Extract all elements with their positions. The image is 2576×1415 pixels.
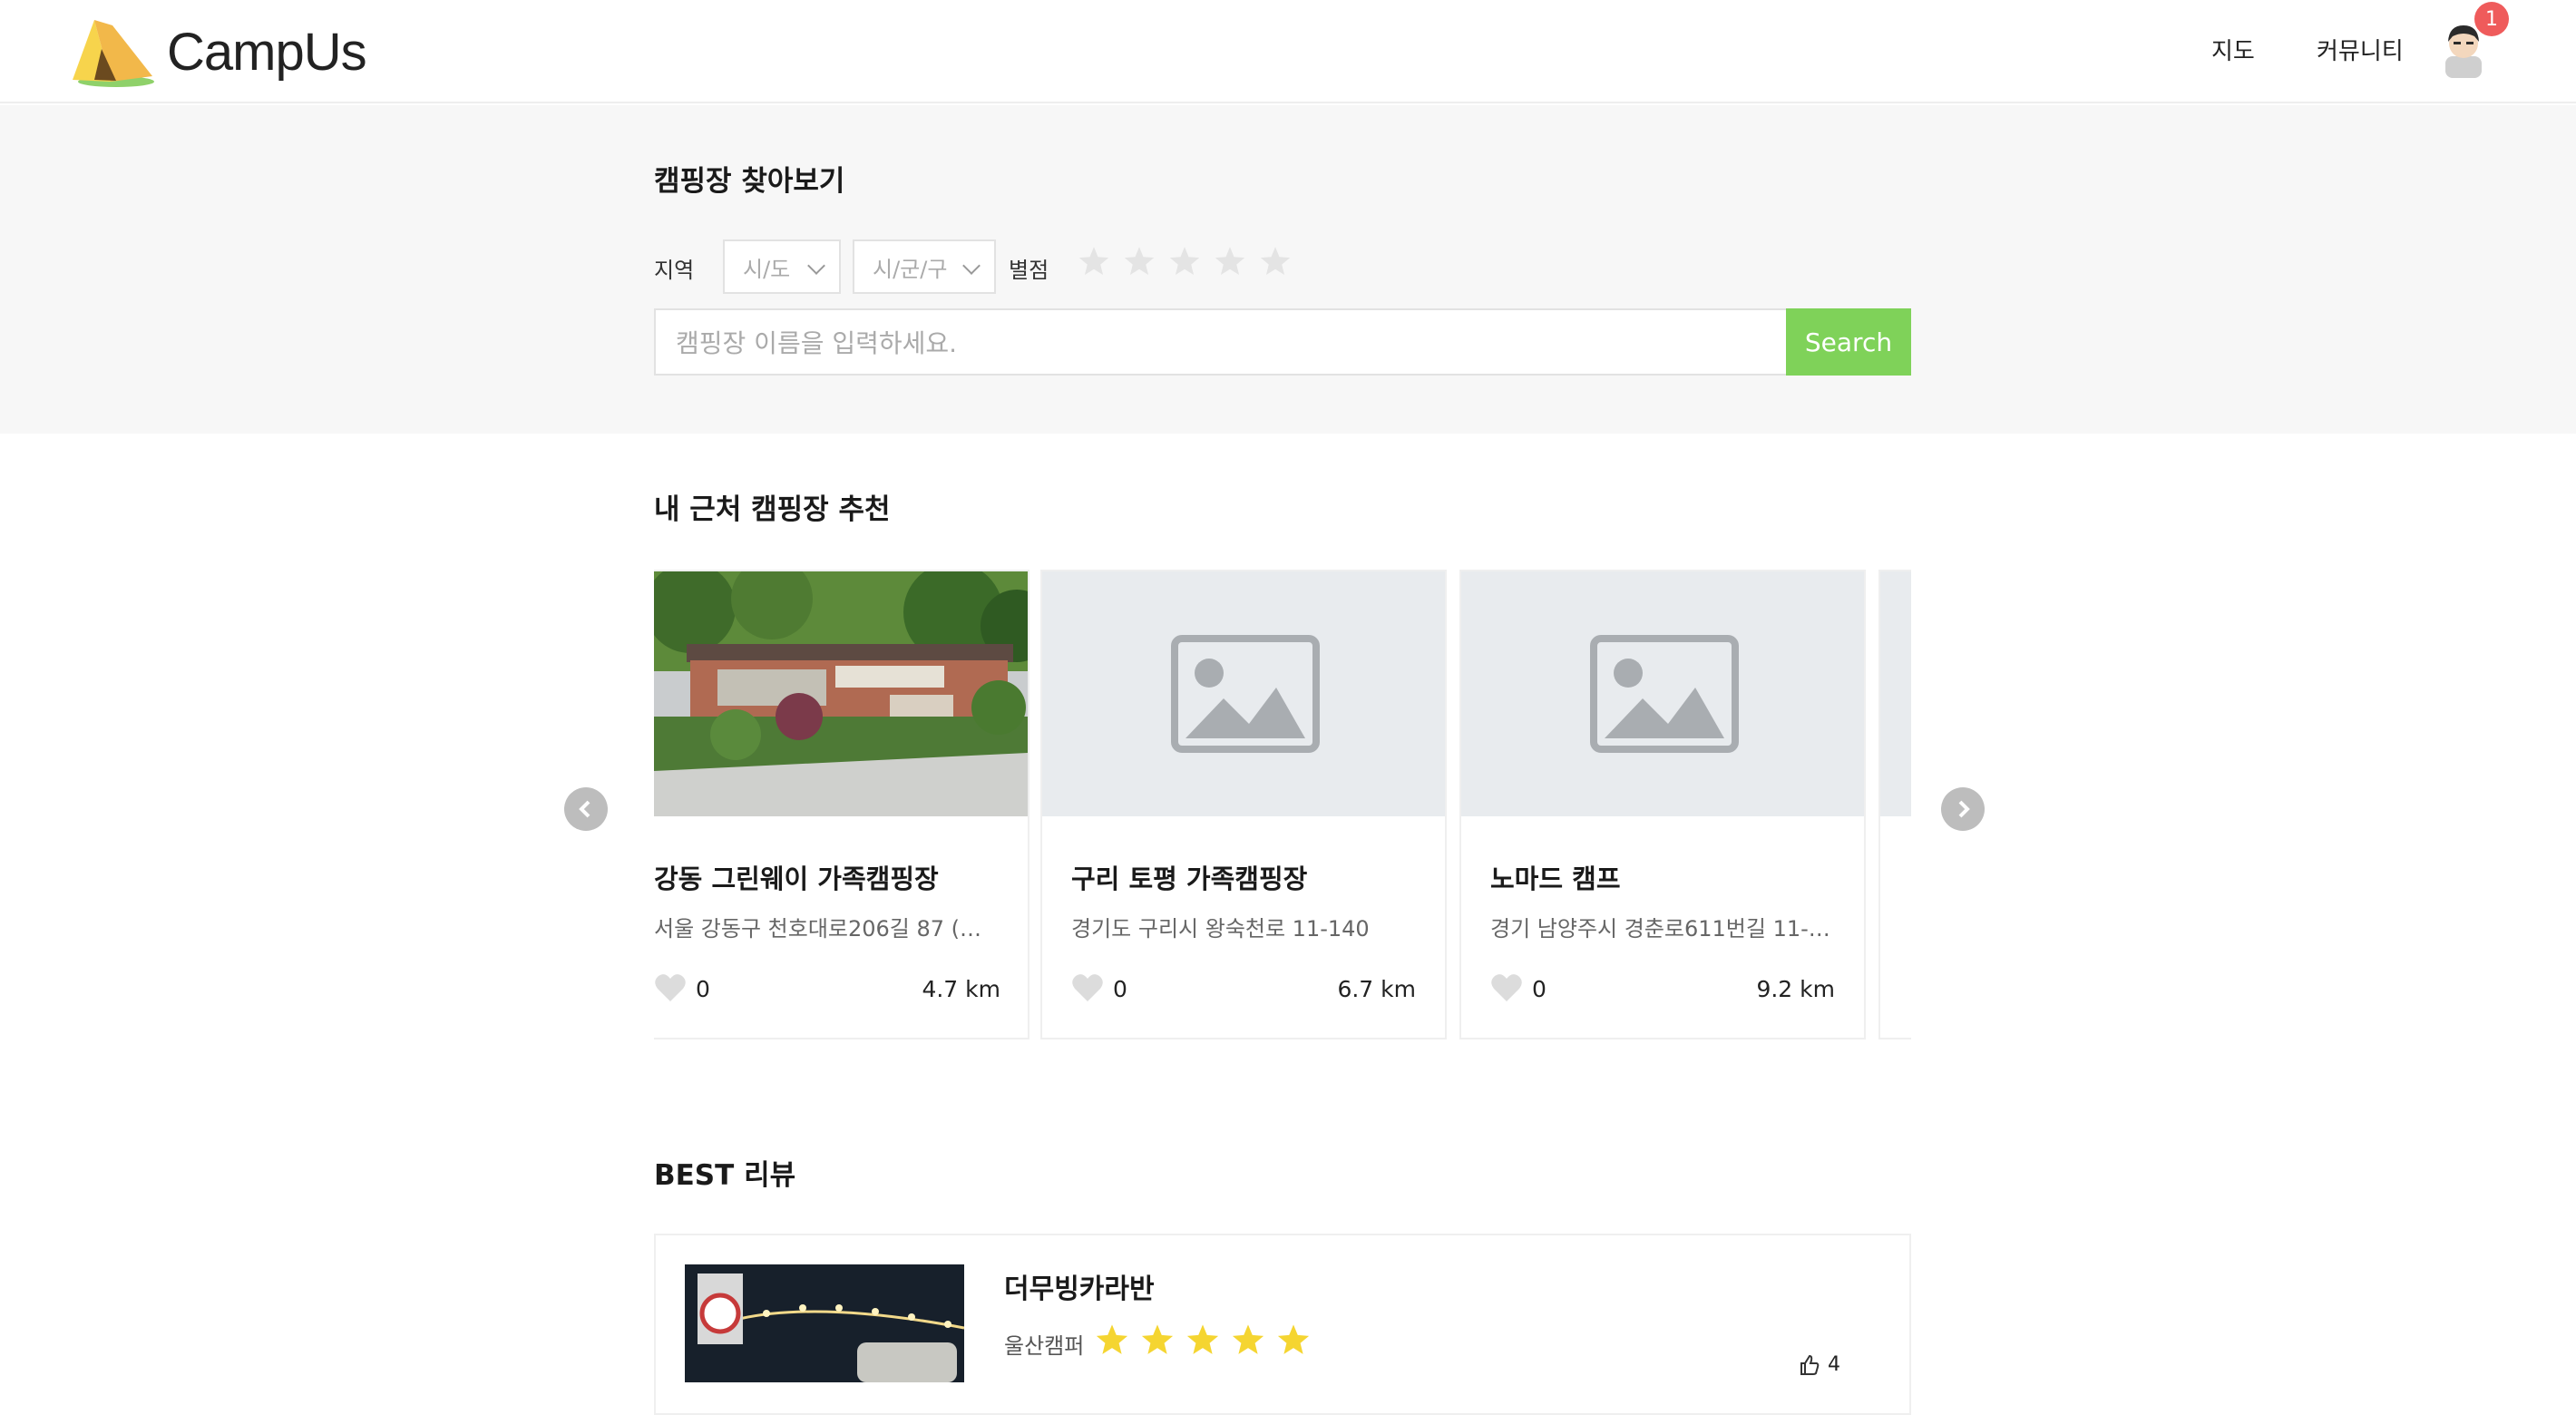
campsite-card[interactable]: 강동 그린웨이 가족캠핑장 서울 강동구 천호대로206길 87 (둔… 0 4… — [654, 570, 1029, 1039]
logo[interactable]: CampUs — [71, 13, 367, 91]
logo-text: CampUs — [167, 22, 367, 82]
image-placeholder-icon — [1880, 571, 1911, 816]
nearby-carousel: 강동 그린웨이 가족캠핑장 서울 강동구 천호대로206길 87 (둔… 0 4… — [654, 570, 1911, 1041]
carousel-next-button[interactable] — [1941, 787, 1985, 831]
tent-logo-icon — [73, 20, 154, 87]
campsite-photo — [1461, 571, 1864, 816]
campsite-name: 노마드 캠프 — [1490, 864, 1621, 894]
campsite-distance: 9.2 km — [1756, 976, 1835, 1002]
carousel-prev-button[interactable] — [564, 787, 608, 831]
review-campsite-name: 더무빙카라반 — [1004, 1274, 1155, 1305]
image-placeholder-icon — [1042, 571, 1445, 816]
arrow-left-icon — [579, 800, 590, 818]
star-icon — [1232, 1324, 1264, 1354]
campsite-name: 구리 토평 가족캠핑장 — [1071, 864, 1308, 894]
review-like-button[interactable]: 4 — [1799, 1353, 1840, 1376]
star-icon — [1186, 1324, 1219, 1354]
star-icon — [1141, 1324, 1174, 1354]
campsite-photo — [1042, 571, 1445, 816]
campsite-address: 경기도 구리시 왕숙천로 11-140 — [1071, 916, 1370, 942]
review-rating-stars — [1095, 1322, 1311, 1357]
star-icon[interactable] — [1078, 245, 1110, 278]
search-input[interactable]: 캠핑장 이름을 입력하세요. — [654, 308, 1788, 376]
arrow-right-icon — [1958, 800, 1970, 818]
chevron-down-icon — [962, 257, 981, 275]
notification-badge[interactable]: 1 — [2474, 2, 2509, 36]
nav-community-link[interactable]: 커뮤니티 — [2317, 33, 2404, 66]
search-button[interactable]: Search — [1786, 308, 1911, 376]
campsite-address: 경기 남양주시 경춘로611번길 11-44 … — [1490, 916, 1835, 942]
rating-filter-stars — [1078, 245, 1292, 278]
campsite-like-count: 0 — [696, 976, 710, 1002]
province-select[interactable]: 시/도 — [723, 239, 841, 294]
heart-icon[interactable] — [1071, 972, 1104, 1003]
nav-map-link[interactable]: 지도 — [2211, 33, 2255, 66]
campsite-like-count: 0 — [1113, 976, 1127, 1002]
review-author: 울산캠퍼 — [1004, 1333, 1085, 1359]
image-placeholder-icon — [1461, 571, 1864, 816]
top-header: CampUs 지도 커뮤니티 1 — [0, 0, 2576, 103]
best-review-title: BEST 리뷰 — [654, 1159, 796, 1192]
nearby-section-title: 내 근처 캠핑장 추천 — [654, 493, 891, 526]
district-select-value: 시/군/구 — [873, 256, 948, 282]
campsite-photo — [1880, 571, 1911, 816]
review-card[interactable]: 더무빙카라반 울산캠퍼 4 — [654, 1234, 1911, 1415]
region-label: 지역 — [654, 258, 695, 283]
campsite-address: 서울 강동구 천호대로206길 87 (둔… — [654, 916, 990, 942]
province-select-value: 시/도 — [743, 256, 791, 282]
star-icon — [1277, 1324, 1310, 1354]
campsite-distance: 4.7 km — [922, 976, 1000, 1002]
star-icon[interactable] — [1214, 245, 1246, 278]
search-section-title: 캠핑장 찾아보기 — [654, 165, 845, 198]
review-photo — [685, 1264, 964, 1382]
thumbs-up-icon — [1800, 1354, 1820, 1375]
rating-label: 별점 — [1009, 258, 1049, 283]
campsite-photo-image — [654, 571, 1028, 816]
campsite-card[interactable] — [1878, 570, 1911, 1039]
star-icon[interactable] — [1123, 245, 1156, 278]
review-photo-image — [685, 1264, 964, 1382]
campsite-distance: 6.7 km — [1337, 976, 1416, 1002]
heart-icon[interactable] — [1490, 972, 1523, 1003]
star-icon[interactable] — [1259, 245, 1292, 278]
campsite-like-count: 0 — [1532, 976, 1547, 1002]
campsite-card[interactable]: 구리 토평 가족캠핑장 경기도 구리시 왕숙천로 11-140 0 6.7 km — [1040, 570, 1447, 1039]
campsite-name: 강동 그린웨이 가족캠핑장 — [654, 864, 939, 894]
district-select[interactable]: 시/군/구 — [853, 239, 996, 294]
star-icon[interactable] — [1168, 245, 1201, 278]
campsite-card[interactable]: 노마드 캠프 경기 남양주시 경춘로611번길 11-44 … 0 9.2 km — [1459, 570, 1866, 1039]
star-icon — [1096, 1324, 1128, 1354]
review-like-count: 4 — [1828, 1353, 1840, 1376]
campsite-photo — [654, 571, 1028, 816]
chevron-down-icon — [807, 257, 825, 275]
heart-icon[interactable] — [654, 972, 687, 1003]
